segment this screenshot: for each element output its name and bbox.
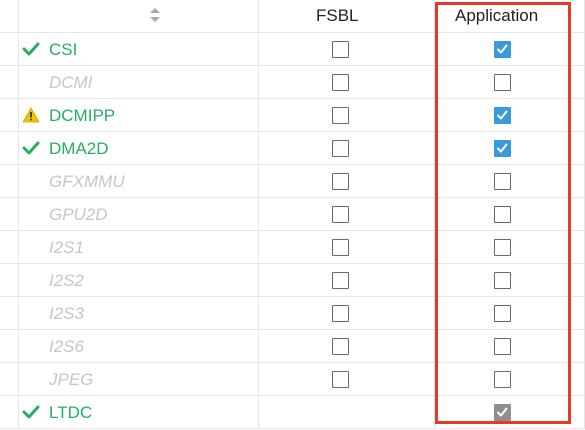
sort-updown-icon[interactable] [148, 7, 162, 23]
fsbl-checkbox[interactable] [332, 272, 349, 289]
application-cell[interactable] [435, 33, 585, 65]
peripheral-name-cell[interactable]: GFXMMU [18, 165, 259, 197]
fsbl-cell[interactable] [259, 99, 435, 131]
fsbl-checkbox[interactable] [332, 371, 349, 388]
peripheral-name-cell[interactable]: GPU2D [18, 198, 259, 230]
table-row[interactable]: I2S6 [0, 330, 585, 363]
application-checkbox[interactable] [494, 173, 511, 190]
fsbl-checkbox[interactable] [332, 206, 349, 223]
application-checkbox[interactable] [494, 239, 511, 256]
fsbl-cell[interactable] [259, 33, 435, 65]
application-cell[interactable] [435, 99, 585, 131]
application-checkbox[interactable] [494, 305, 511, 322]
fsbl-cell[interactable] [259, 330, 435, 362]
check-icon [22, 141, 40, 155]
peripheral-name: I2S2 [49, 271, 84, 290]
application-cell[interactable] [435, 66, 585, 98]
peripheral-table: FSBL Application CSI DCMI DCMIPP DMA2D GFXMM… [0, 0, 585, 430]
peripheral-name: JPEG [49, 370, 94, 389]
peripheral-name-cell[interactable]: LTDC [18, 396, 259, 428]
checkmark-icon [497, 44, 508, 54]
peripheral-name: GPU2D [49, 205, 108, 224]
table-row[interactable]: I2S2 [0, 264, 585, 297]
table-row[interactable]: JPEG [0, 363, 585, 396]
fsbl-checkbox[interactable] [332, 107, 349, 124]
fsbl-cell[interactable] [259, 66, 435, 98]
application-cell[interactable] [435, 297, 585, 329]
fsbl-checkbox[interactable] [332, 74, 349, 91]
table-row[interactable]: I2S1 [0, 231, 585, 264]
application-checkbox[interactable] [494, 371, 511, 388]
check-icon [22, 405, 40, 419]
peripheral-name: I2S6 [49, 337, 84, 356]
table-row[interactable]: GFXMMU [0, 165, 585, 198]
fsbl-cell[interactable] [259, 165, 435, 197]
application-checkbox[interactable] [494, 74, 511, 91]
header-fsbl-cell[interactable]: FSBL [259, 0, 435, 32]
table-row[interactable]: LTDC [0, 396, 585, 429]
peripheral-name-cell[interactable]: JPEG [18, 363, 259, 395]
fsbl-checkbox[interactable] [332, 41, 349, 58]
warning-icon [22, 107, 40, 123]
application-cell[interactable] [435, 231, 585, 263]
application-cell[interactable] [435, 330, 585, 362]
table-row[interactable]: I2S3 [0, 297, 585, 330]
fsbl-checkbox[interactable] [332, 239, 349, 256]
fsbl-checkbox[interactable] [332, 140, 349, 157]
peripheral-name-cell[interactable]: I2S3 [18, 297, 259, 329]
application-checkbox[interactable] [494, 107, 511, 124]
table-row[interactable]: DCMIPP [0, 99, 585, 132]
peripheral-name: DMA2D [49, 139, 109, 158]
application-cell[interactable] [435, 264, 585, 296]
peripheral-name-cell[interactable]: I2S1 [18, 231, 259, 263]
header-name-cell[interactable] [18, 0, 259, 32]
application-cell[interactable] [435, 165, 585, 197]
peripheral-name: CSI [49, 40, 78, 59]
peripheral-name: I2S3 [49, 304, 84, 323]
header-fsbl: FSBL [316, 6, 359, 25]
peripheral-name: I2S1 [49, 238, 84, 257]
checkmark-icon [497, 110, 508, 120]
peripheral-name: DCMI [49, 73, 93, 92]
fsbl-cell[interactable] [259, 264, 435, 296]
fsbl-cell[interactable] [259, 132, 435, 164]
fsbl-cell[interactable] [259, 198, 435, 230]
header-application: Application [455, 6, 539, 25]
peripheral-name: GFXMMU [49, 172, 125, 191]
table-row[interactable]: GPU2D [0, 198, 585, 231]
fsbl-cell[interactable] [259, 363, 435, 395]
application-checkbox [494, 404, 511, 421]
fsbl-cell[interactable] [259, 297, 435, 329]
check-icon [22, 42, 40, 56]
checkmark-icon [497, 407, 508, 417]
peripheral-name-cell[interactable]: I2S2 [18, 264, 259, 296]
peripheral-name-cell[interactable]: DCMIPP [18, 99, 259, 131]
application-cell[interactable] [435, 363, 585, 395]
application-checkbox[interactable] [494, 272, 511, 289]
table-header: FSBL Application [0, 0, 585, 33]
application-checkbox[interactable] [494, 140, 511, 157]
header-application-cell[interactable]: Application [435, 0, 585, 32]
table-row[interactable]: DMA2D [0, 132, 585, 165]
peripheral-name-cell[interactable]: DMA2D [18, 132, 259, 164]
peripheral-name: LTDC [49, 403, 93, 422]
fsbl-cell[interactable] [259, 231, 435, 263]
fsbl-checkbox[interactable] [332, 173, 349, 190]
peripheral-name-cell[interactable]: DCMI [18, 66, 259, 98]
peripheral-name-cell[interactable]: CSI [18, 33, 259, 65]
fsbl-checkbox[interactable] [332, 305, 349, 322]
application-cell[interactable] [435, 198, 585, 230]
checkmark-icon [497, 143, 508, 153]
table-row[interactable]: DCMI [0, 66, 585, 99]
application-cell[interactable] [435, 132, 585, 164]
application-checkbox[interactable] [494, 41, 511, 58]
application-checkbox[interactable] [494, 206, 511, 223]
peripheral-name: DCMIPP [49, 106, 116, 125]
fsbl-checkbox[interactable] [332, 338, 349, 355]
table-row[interactable]: CSI [0, 33, 585, 66]
fsbl-cell [259, 396, 435, 428]
peripheral-name-cell[interactable]: I2S6 [18, 330, 259, 362]
application-cell[interactable] [435, 396, 585, 428]
application-checkbox[interactable] [494, 338, 511, 355]
